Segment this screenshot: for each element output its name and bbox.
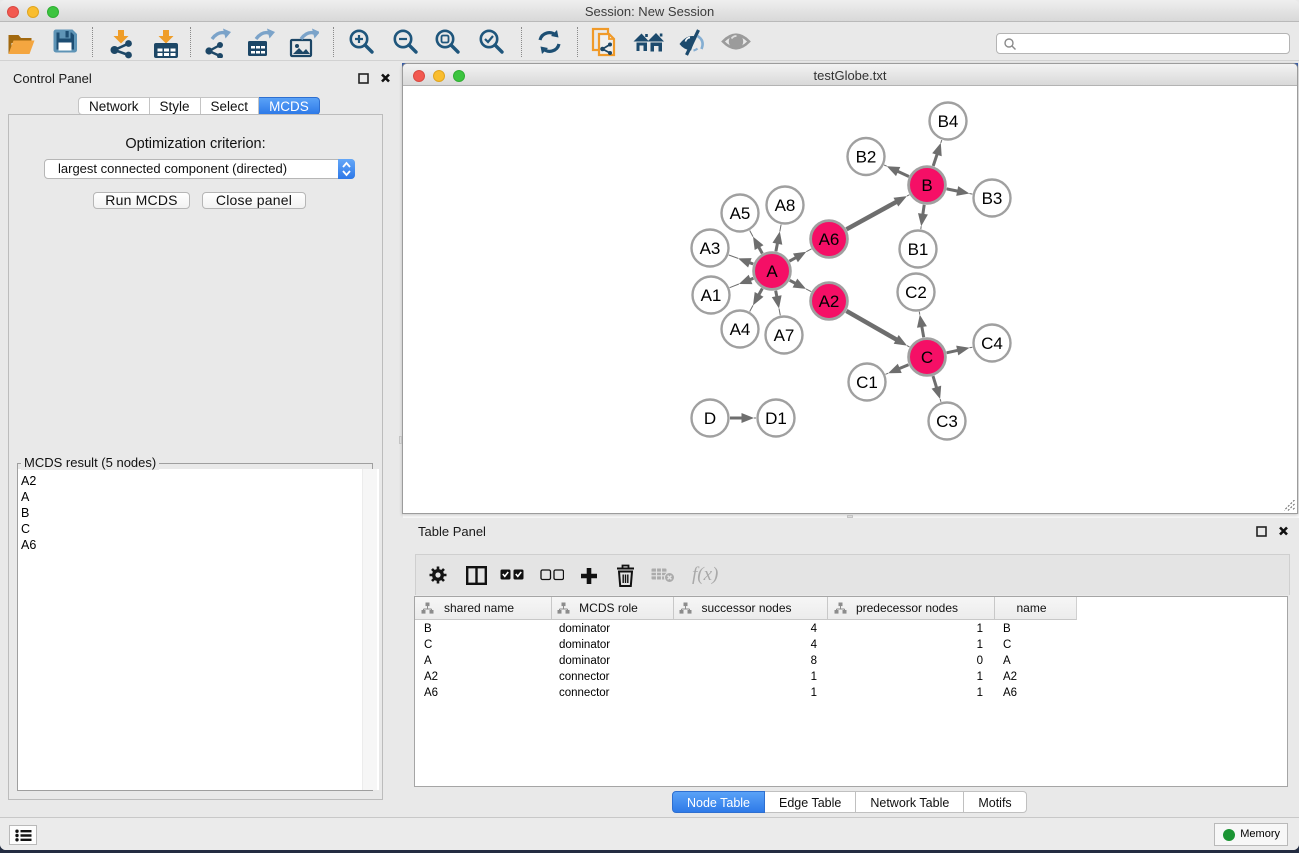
svg-text:A6: A6 bbox=[819, 230, 840, 249]
svg-text:A8: A8 bbox=[775, 196, 796, 215]
svg-text:D1: D1 bbox=[765, 409, 787, 428]
svg-text:D: D bbox=[704, 409, 716, 428]
svg-text:A2: A2 bbox=[819, 292, 840, 311]
svg-text:C4: C4 bbox=[981, 334, 1003, 353]
svg-text:C3: C3 bbox=[936, 412, 958, 431]
svg-text:B3: B3 bbox=[982, 189, 1003, 208]
svg-text:B: B bbox=[921, 176, 932, 195]
svg-text:C: C bbox=[921, 348, 933, 367]
svg-text:A4: A4 bbox=[730, 320, 751, 339]
svg-text:A1: A1 bbox=[701, 286, 722, 305]
svg-text:B4: B4 bbox=[938, 112, 959, 131]
svg-text:A5: A5 bbox=[730, 204, 751, 223]
svg-text:C2: C2 bbox=[905, 283, 927, 302]
svg-text:A: A bbox=[766, 262, 778, 281]
svg-text:B2: B2 bbox=[856, 148, 877, 167]
svg-text:A7: A7 bbox=[774, 326, 795, 345]
svg-text:B1: B1 bbox=[908, 240, 929, 259]
svg-text:A3: A3 bbox=[700, 239, 721, 258]
svg-text:C1: C1 bbox=[856, 373, 878, 392]
